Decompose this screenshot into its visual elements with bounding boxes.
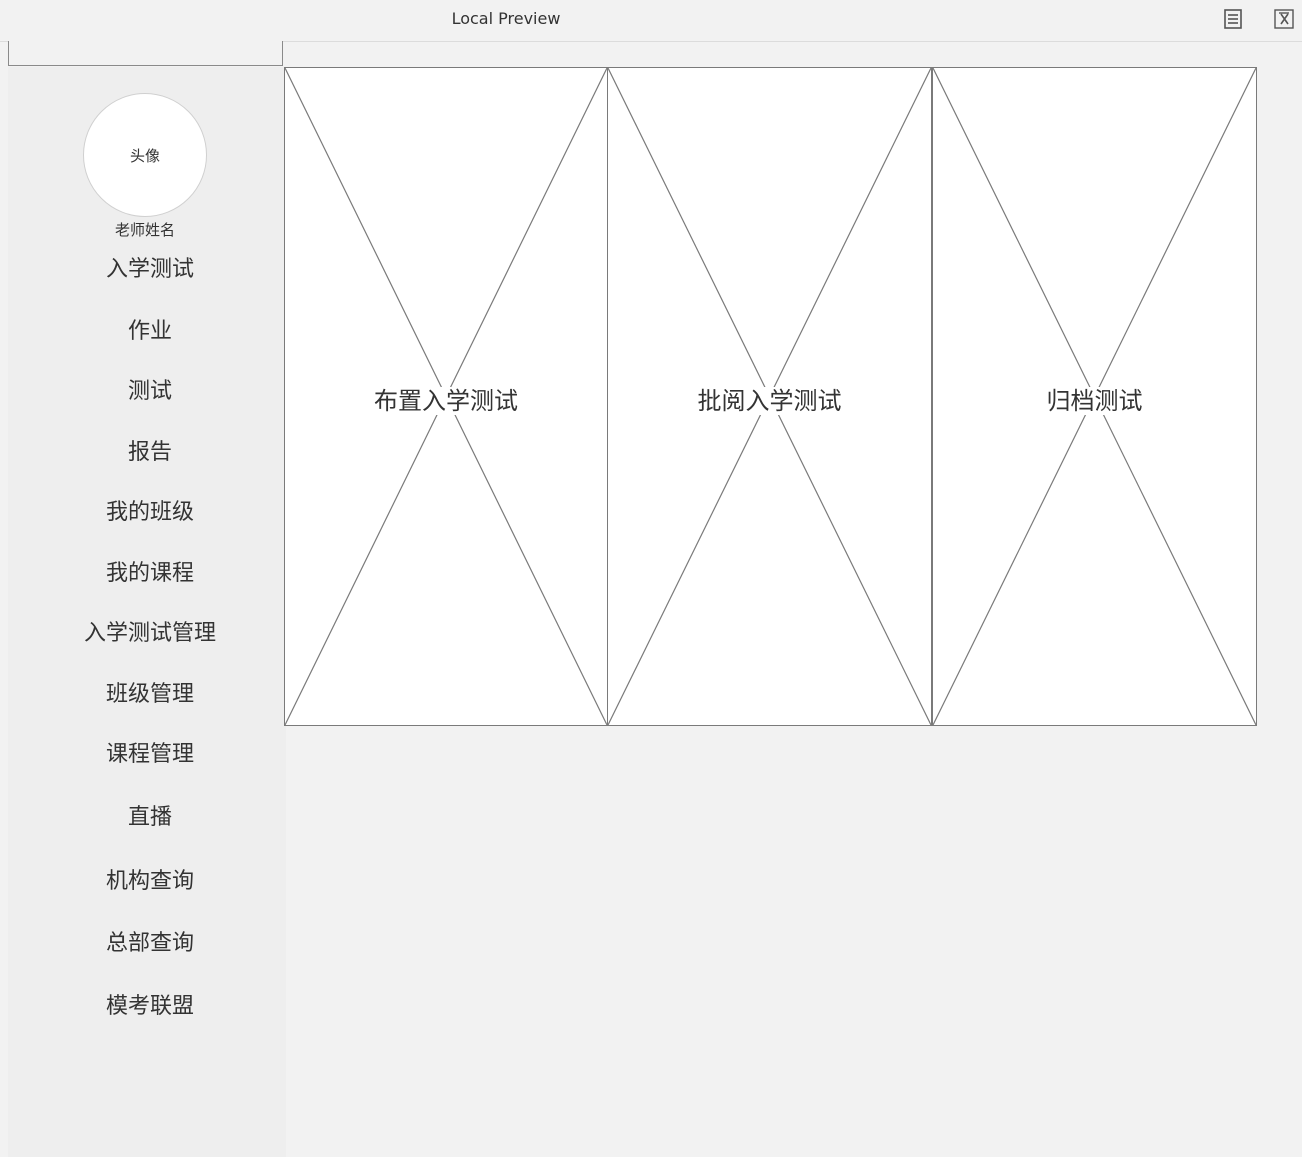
teacher-name: 老师姓名 (114, 221, 175, 239)
sidebar-item-test[interactable]: 测试 (50, 377, 250, 407)
top-search-box[interactable] (8, 41, 283, 66)
document-list-icon[interactable] (1222, 8, 1244, 30)
card-label: 批阅入学测试 (608, 381, 931, 416)
sidebar-item-entrance-test[interactable]: 入学测试 (50, 255, 250, 285)
sidebar-item-report[interactable]: 报告 (50, 438, 250, 468)
sidebar-item-institution-query[interactable]: 机构查询 (50, 867, 250, 897)
avatar-label: 头像 (129, 146, 160, 165)
avatar[interactable]: 头像 (83, 93, 207, 217)
card-label: 归档测试 (933, 381, 1256, 416)
window-title: Local Preview (451, 9, 561, 28)
sidebar-item-mock-exam-alliance[interactable]: 模考联盟 (50, 992, 250, 1022)
sidebar-item-headquarters-query[interactable]: 总部查询 (50, 929, 250, 959)
sidebar-item-my-classes[interactable]: 我的班级 (50, 498, 250, 528)
sidebar: 头像 老师姓名 入学测试 作业 测试 报告 我的班级 我的课程 入学测试管理 班… (8, 67, 286, 1157)
window-titlebar: Local Preview (0, 0, 1302, 42)
sidebar-item-class-management[interactable]: 班级管理 (50, 680, 250, 710)
sidebar-item-my-courses[interactable]: 我的课程 (50, 559, 250, 589)
sidebar-item-course-management[interactable]: 课程管理 (50, 740, 250, 770)
sidebar-item-live[interactable]: 直播 (50, 803, 250, 833)
card-assign-entrance-test[interactable]: 布置入学测试 (284, 67, 608, 726)
sidebar-item-entrance-test-management[interactable]: 入学测试管理 (50, 619, 250, 649)
card-review-entrance-test[interactable]: 批阅入学测试 (607, 67, 932, 726)
formula-icon[interactable] (1273, 8, 1295, 30)
card-archive-test[interactable]: 归档测试 (932, 67, 1257, 726)
card-label: 布置入学测试 (285, 381, 607, 416)
sidebar-item-homework[interactable]: 作业 (50, 317, 250, 347)
